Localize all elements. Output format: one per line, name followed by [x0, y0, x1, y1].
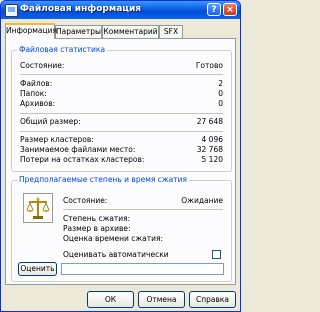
- ok-button[interactable]: ОК: [87, 291, 134, 308]
- divider: [63, 209, 223, 210]
- window-title: Файловая информация: [20, 4, 142, 14]
- folders-row: Папок: 0: [20, 89, 223, 99]
- state-label: Состояние:: [20, 61, 65, 70]
- archives-label: Архивов:: [20, 99, 56, 108]
- files-value: 2: [218, 79, 223, 88]
- close-button[interactable]: ×: [223, 3, 237, 16]
- tab-parameters[interactable]: Параметры: [55, 25, 102, 38]
- ratio-row: Степень сжатия:: [63, 214, 223, 224]
- archives-row: Архивов: 0: [20, 99, 223, 109]
- auto-estimate-checkbox[interactable]: [212, 250, 221, 259]
- cluster-size-label: Размер кластеров:: [20, 135, 94, 144]
- tab-sfx[interactable]: SFX: [159, 25, 183, 38]
- cluster-size-value: 4 096: [201, 135, 223, 144]
- compression-state-label: Состояние:: [63, 196, 108, 205]
- auto-estimate-row: Оценивать автоматически: [63, 250, 223, 260]
- estimate-progress-field: [61, 263, 224, 275]
- info-panel: Файловая статистика Состояние: Готово Фа…: [5, 38, 236, 285]
- file-stats-title: Файловая статистика: [17, 45, 108, 54]
- tab-info[interactable]: Информация: [5, 23, 57, 39]
- archives-value: 0: [218, 99, 223, 108]
- state-row: Состояние: Готово: [20, 61, 223, 71]
- file-info-dialog: Файловая информация ? × Информация Парам…: [0, 0, 241, 312]
- divider: [20, 131, 223, 132]
- ratio-label: Степень сжатия:: [63, 214, 131, 223]
- folders-label: Папок:: [20, 89, 47, 98]
- files-label: Файлов:: [20, 79, 53, 88]
- compression-title: Предполагаемые степень и время сжатия: [17, 175, 189, 184]
- compression-state-row: Состояние: Ожидание: [63, 196, 223, 206]
- compression-group: Предполагаемые степень и время сжатия Со…: [11, 175, 232, 282]
- app-icon: [5, 4, 18, 17]
- total-size-value: 27 648: [196, 117, 223, 126]
- time-label: Оценка времени сжатия:: [63, 234, 164, 243]
- archive-size-row: Размер в архиве:: [63, 224, 223, 234]
- compression-state-value: Ожидание: [181, 196, 223, 205]
- occupied-label: Занимаемое файлами место:: [20, 145, 136, 154]
- files-row: Файлов: 2: [20, 79, 223, 89]
- estimate-button[interactable]: Оценить: [18, 262, 57, 276]
- divider: [20, 113, 223, 114]
- state-value: Готово: [195, 61, 223, 70]
- total-size-label: Общий размер:: [20, 117, 81, 126]
- help-button[interactable]: Справка: [189, 291, 236, 308]
- scales-icon: [23, 193, 53, 223]
- losses-row: Потери на остатках кластеров: 5 120: [20, 155, 223, 165]
- losses-label: Потери на остатках кластеров:: [20, 155, 145, 164]
- cluster-size-row: Размер кластеров: 4 096: [20, 135, 223, 145]
- losses-value: 5 120: [201, 155, 223, 164]
- auto-estimate-label: Оценивать автоматически: [63, 250, 169, 259]
- cancel-button[interactable]: Отмена: [138, 291, 185, 308]
- archive-size-label: Размер в архиве:: [63, 224, 131, 233]
- help-title-button[interactable]: ?: [207, 3, 221, 16]
- divider: [20, 74, 223, 75]
- folders-value: 0: [218, 89, 223, 98]
- time-row: Оценка времени сжатия:: [63, 234, 223, 244]
- file-stats-group: Файловая статистика Состояние: Готово Фа…: [11, 45, 232, 172]
- total-size-row: Общий размер: 27 648: [20, 117, 223, 127]
- occupied-value: 32 768: [196, 145, 223, 154]
- occupied-row: Занимаемое файлами место: 32 768: [20, 145, 223, 155]
- title-bar[interactable]: Файловая информация ? ×: [1, 1, 240, 19]
- help-icon: ?: [211, 5, 217, 15]
- close-icon: ×: [226, 5, 234, 15]
- tab-comment[interactable]: Комментарий: [102, 25, 159, 38]
